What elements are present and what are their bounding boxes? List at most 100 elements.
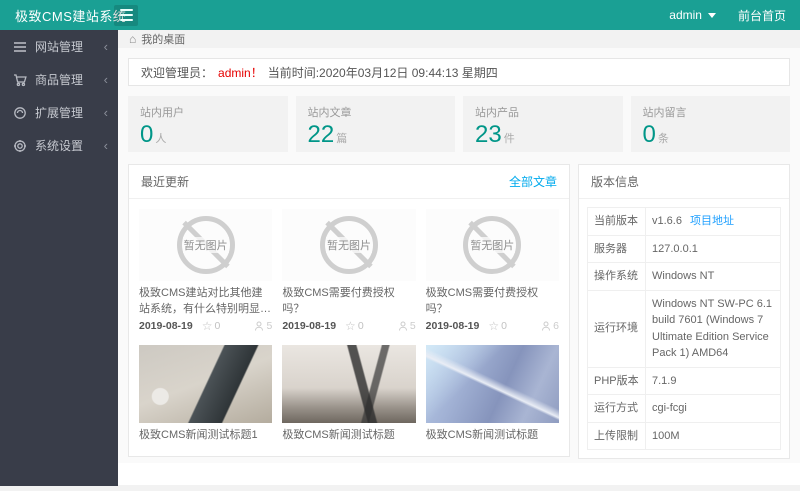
sidebar-item-website[interactable]: 网站管理 ‹ (0, 30, 118, 63)
stat-label: 站内产品 (475, 104, 611, 120)
sidebar-item-label: 扩展管理 (35, 104, 83, 121)
version-value: v1.6.6 (652, 215, 682, 227)
star-icon: ☆ (345, 455, 356, 457)
stat-label: 站内文章 (308, 104, 444, 120)
stat-value: 23 (475, 121, 502, 148)
sidebar-item-label: 系统设置 (35, 137, 83, 154)
version-label: PHP版本 (588, 367, 646, 395)
all-articles-link[interactable]: 全部文章 (509, 173, 557, 190)
menu-icon[interactable] (114, 5, 138, 26)
article-date: 2019-08-09 (282, 456, 336, 457)
sidebar-item-label: 网站管理 (35, 38, 83, 55)
stats-row: 站内用户 0人 站内文章 22篇 站内产品 23件 站内留言 0条 (128, 96, 790, 152)
article-card[interactable]: 极致CMS新闻测试标题 2019-08-09 ☆0 6 (426, 345, 559, 457)
table-row: 运行方式 cgi-fcgi (588, 395, 781, 423)
sidebar-item-settings[interactable]: 系统设置 ‹ (0, 129, 118, 162)
article-card[interactable]: 暂无图片 极致CMS建站对比其他建站系统，有什么特别明显的优势？ 2019-08… (139, 209, 272, 335)
chevron-left-icon: ‹ (104, 40, 108, 53)
welcome-bar: 欢迎管理员： admin！ 当前时间:2020年03月12日 09:44:13 … (128, 58, 790, 86)
article-date: 2019-08-19 (282, 320, 336, 332)
caret-down-icon (708, 13, 716, 18)
stat-unit: 人 (155, 133, 166, 145)
stat-value: 0 (140, 121, 153, 148)
version-value: Windows NT SW-PC 6.1 build 7601 (Windows… (646, 290, 781, 367)
no-image-label: 暂无图片 (326, 237, 372, 253)
star-count: 0 (214, 320, 220, 332)
article-date: 2019-08-19 (139, 320, 193, 332)
star-icon: ☆ (202, 319, 213, 333)
footer (118, 463, 800, 485)
welcome-admin-name: admin！ (218, 64, 263, 81)
sidebar-item-label: 商品管理 (35, 71, 83, 88)
view-count: 5 (410, 320, 416, 332)
article-title: 极致CMS建站对比其他建站系统，有什么特别明显的优势？ (139, 286, 272, 318)
sidebar: 网站管理 ‹ 商品管理 ‹ 扩展管理 ‹ 系统设置 ‹ (0, 30, 118, 486)
admin-dashboard: 极致CMS建站系统 admin 前台首页 网站管理 ‹ 商品管理 ‹ (0, 0, 800, 491)
chevron-left-icon: ‹ (104, 73, 108, 86)
chevron-left-icon: ‹ (104, 106, 108, 119)
version-label: 当前版本 (588, 208, 646, 236)
stat-label: 站内用户 (140, 104, 276, 120)
version-label: 运行方式 (588, 395, 646, 423)
view-count: 15 (261, 456, 273, 457)
table-row: 上传限制 100M (588, 422, 781, 450)
version-table: 当前版本 v1.6.6项目地址 服务器 127.0.0.1 操作系统 (587, 207, 781, 450)
star-icon: ☆ (202, 455, 213, 457)
no-image-icon: 暂无图片 (426, 209, 559, 281)
article-title: 极致CMS新闻测试标题1 (139, 428, 272, 444)
sidebar-item-extensions[interactable]: 扩展管理 ‹ (0, 96, 118, 129)
table-row: 操作系统 Windows NT (588, 263, 781, 291)
right-column: 版本信息 当前版本 v1.6.6项目地址 服务器 (578, 164, 790, 463)
version-info-panel: 版本信息 当前版本 v1.6.6项目地址 服务器 (578, 164, 790, 459)
breadcrumb: ⌂ 我的桌面 (118, 30, 800, 48)
breadcrumb-item-desktop[interactable]: 我的桌面 (141, 31, 185, 47)
article-title: 极致CMS新闻测试标题 (282, 428, 415, 444)
stat-label: 站内留言 (643, 104, 779, 120)
article-card[interactable]: 极致CMS新闻测试标题1 2019-08-09 ☆0 15 (139, 345, 272, 457)
frontend-home-link[interactable]: 前台首页 (738, 7, 786, 24)
extension-icon (13, 106, 27, 120)
stat-card-products: 站内产品 23件 (463, 96, 623, 152)
article-title: 极致CMS新闻测试标题 (426, 428, 559, 444)
no-image-label: 暂无图片 (183, 237, 229, 253)
top-bar: 极致CMS建站系统 admin 前台首页 (0, 0, 800, 30)
star-count: 0 (214, 456, 220, 457)
stat-unit: 件 (504, 133, 515, 145)
star-icon: ☆ (488, 319, 499, 333)
article-thumbnail-laptop-desk (139, 345, 272, 423)
main-area: ⌂ 我的桌面 欢迎管理员： admin！ 当前时间:2020年03月12日 09… (118, 30, 800, 491)
no-image-label: 暂无图片 (469, 237, 515, 253)
admin-dropdown[interactable]: admin (669, 8, 716, 22)
user-icon (398, 321, 408, 331)
sidebar-item-products[interactable]: 商品管理 ‹ (0, 63, 118, 96)
star-icon: ☆ (345, 319, 356, 333)
star-icon: ☆ (488, 455, 499, 457)
star-count: 0 (358, 320, 364, 332)
no-image-icon: 暂无图片 (139, 209, 272, 281)
stat-value: 22 (308, 121, 335, 148)
welcome-prefix: 欢迎管理员： (141, 64, 213, 81)
table-row: 当前版本 v1.6.6 项目地址 (588, 208, 781, 236)
version-value: 127.0.0.1 (646, 235, 781, 263)
star-count: 0 (501, 320, 507, 332)
article-date: 2019-08-09 (139, 456, 193, 457)
stat-unit: 篇 (336, 133, 347, 145)
article-card[interactable]: 暂无图片 极致CMS需要付费授权吗？ 2019-08-19 ☆0 5 (282, 209, 415, 335)
gear-icon (13, 139, 27, 153)
panels-row: 最近更新 全部文章 暂无图片 极致CMS建站对比其他建站系统，有什么特别明显的优… (128, 164, 790, 463)
project-url-link[interactable]: 项目地址 (690, 215, 734, 227)
article-date: 2019-08-09 (426, 456, 480, 457)
menu-list-icon (13, 40, 27, 54)
article-card[interactable]: 暂无图片 极致CMS需要付费授权吗？ 2019-08-19 ☆0 6 (426, 209, 559, 335)
version-value: cgi-fcgi (646, 395, 781, 423)
topbar-actions: admin 前台首页 (669, 7, 800, 24)
cart-icon (13, 73, 27, 87)
home-icon: ⌂ (129, 32, 136, 46)
user-icon (254, 321, 264, 331)
stat-card-messages: 站内留言 0条 (631, 96, 791, 152)
panel-title: 版本信息 (591, 173, 639, 190)
article-grid: 暂无图片 极致CMS建站对比其他建站系统，有什么特别明显的优势？ 2019-08… (129, 199, 569, 457)
stat-card-users: 站内用户 0人 (128, 96, 288, 152)
article-card[interactable]: 极致CMS新闻测试标题 2019-08-09 ☆0 8 (282, 345, 415, 457)
view-count: 8 (410, 456, 416, 457)
